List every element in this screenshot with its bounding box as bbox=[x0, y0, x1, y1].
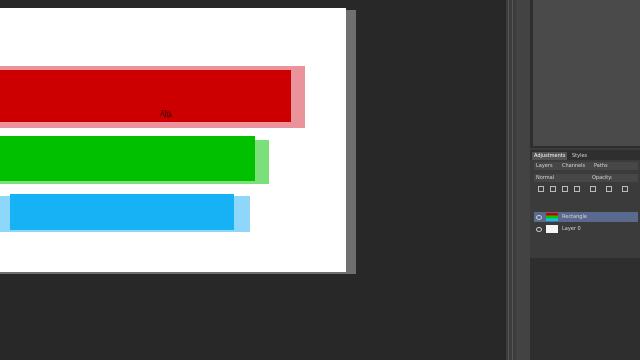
lock-transparent-icon[interactable] bbox=[538, 186, 544, 192]
tab-layers[interactable]: Layers bbox=[536, 162, 553, 170]
document-workspace: ʎʃᶃ bbox=[0, 0, 512, 360]
navigator-panel bbox=[533, 0, 640, 146]
layer-thumbnail bbox=[546, 213, 558, 221]
layer-thumbnail bbox=[546, 225, 558, 233]
layers-panel: Adjustments Styles Layers Channels Paths… bbox=[530, 148, 640, 258]
cursor-label: ʎʃᶃ bbox=[160, 109, 172, 118]
eye-icon[interactable] bbox=[536, 215, 542, 220]
blue-bar[interactable] bbox=[10, 194, 234, 230]
fill-icon[interactable] bbox=[590, 186, 596, 192]
layer-name: Rectangle bbox=[562, 214, 587, 220]
document-canvas[interactable]: ʎʃᶃ bbox=[0, 8, 346, 272]
tab-channels[interactable]: Channels bbox=[562, 162, 585, 170]
lock-image-icon[interactable] bbox=[550, 186, 556, 192]
blend-opacity-row: Normal Opacity: bbox=[534, 174, 638, 182]
opacity-label: Opacity: bbox=[592, 175, 613, 181]
tab-styles[interactable]: Styles bbox=[570, 152, 589, 160]
delete-icon[interactable] bbox=[622, 186, 628, 192]
eye-icon[interactable] bbox=[536, 227, 542, 232]
red-bar[interactable] bbox=[0, 70, 291, 122]
layers-subtabs: Layers Channels Paths bbox=[534, 162, 638, 170]
lock-icons-row bbox=[534, 186, 638, 194]
panel-divider[interactable] bbox=[506, 0, 516, 360]
panel-tabs: Adjustments Styles bbox=[530, 150, 640, 160]
link-icon[interactable] bbox=[606, 186, 612, 192]
tab-paths[interactable]: Paths bbox=[594, 162, 608, 170]
lock-position-icon[interactable] bbox=[562, 186, 568, 192]
green-bar[interactable] bbox=[0, 136, 255, 181]
layer-row-rectangle[interactable]: Rectangle bbox=[534, 212, 638, 222]
layer-name: Layer 0 bbox=[562, 226, 581, 232]
lock-all-icon[interactable] bbox=[574, 186, 580, 192]
layer-row-layer-0[interactable]: Layer 0 bbox=[534, 224, 638, 234]
tab-adjustments[interactable]: Adjustments bbox=[532, 152, 568, 160]
blend-mode-select[interactable]: Normal bbox=[536, 174, 554, 182]
